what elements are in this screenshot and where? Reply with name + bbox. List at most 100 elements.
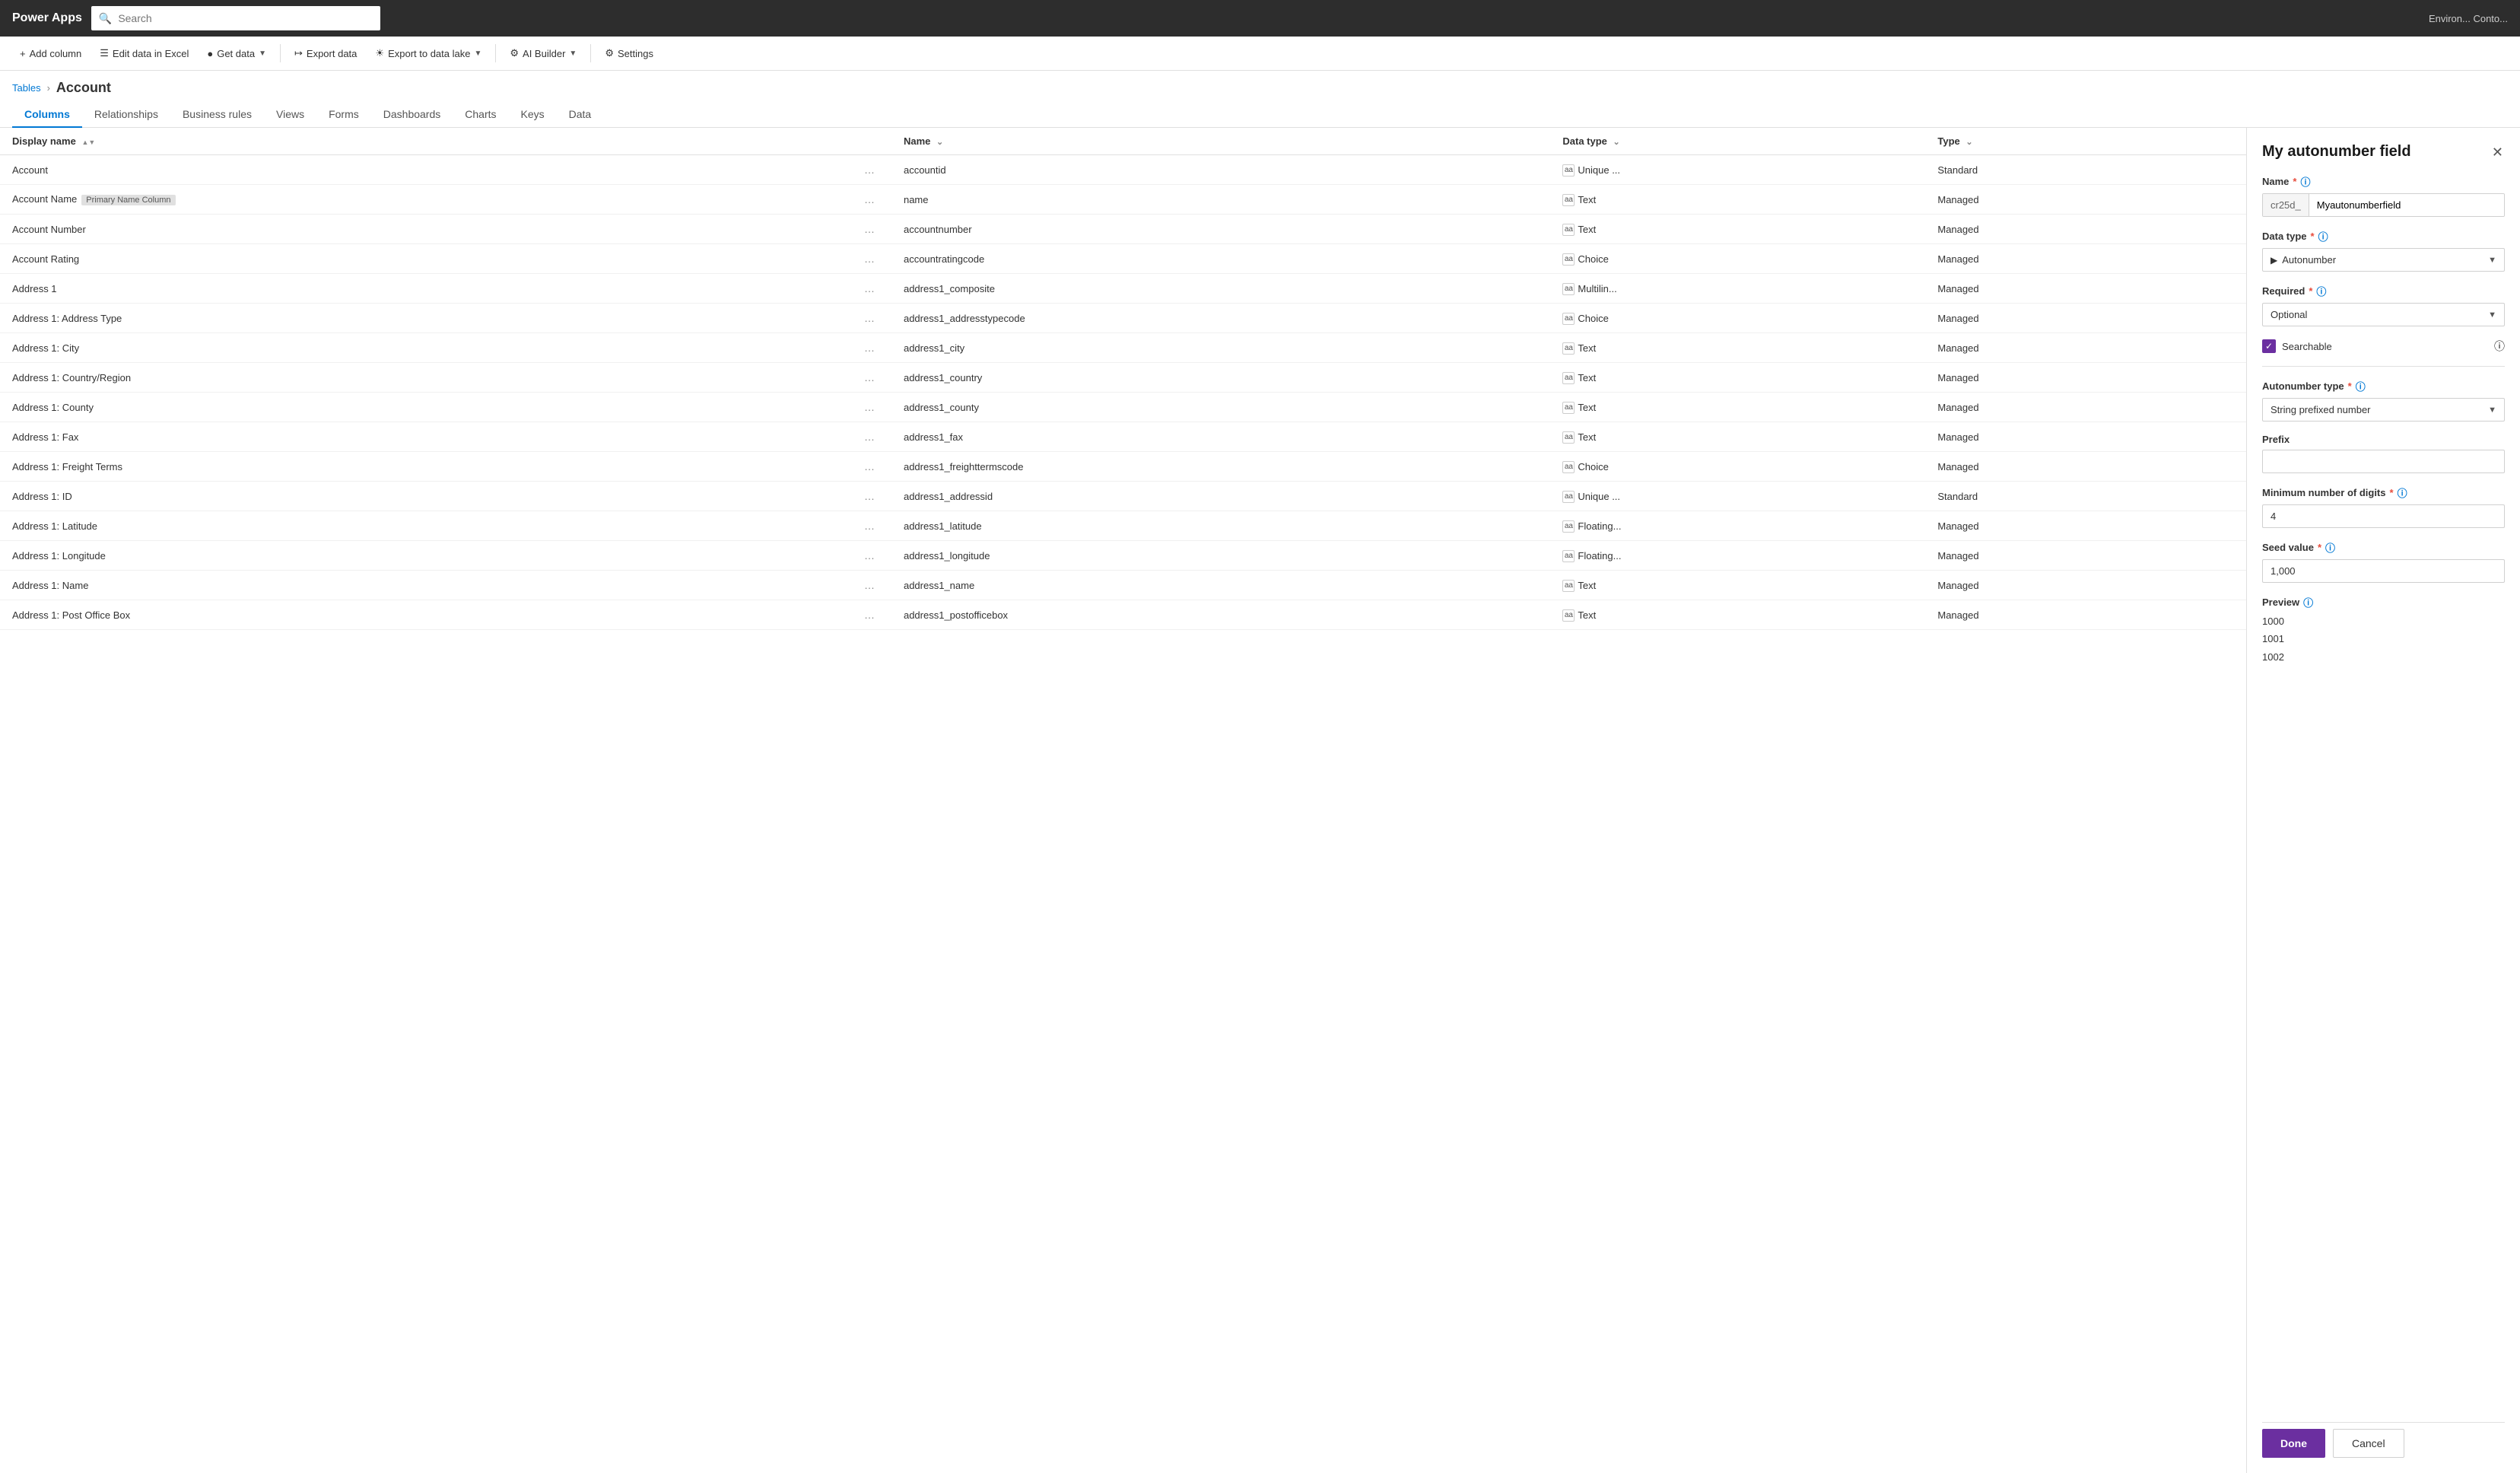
cell-more[interactable]: …	[847, 155, 891, 185]
row-more-button[interactable]: …	[860, 399, 879, 415]
table-row[interactable]: Address 1: Name … address1_name aa Text …	[0, 571, 2246, 600]
table-row[interactable]: Account … accountid aa Unique ... Standa…	[0, 155, 2246, 185]
searchable-info-icon[interactable]: ⓘ	[2494, 339, 2505, 354]
tab-business-rules[interactable]: Business rules	[170, 102, 264, 128]
cell-more[interactable]: …	[847, 511, 891, 541]
preview-info-icon[interactable]: ⓘ	[2303, 595, 2313, 609]
ai-builder-button[interactable]: ⚙ AI Builder ▼	[502, 43, 584, 64]
row-more-button[interactable]: …	[860, 459, 879, 474]
min-digits-info-icon[interactable]: ⓘ	[2398, 485, 2407, 500]
data-type-info-icon[interactable]: ⓘ	[2318, 229, 2328, 243]
seed-input[interactable]	[2262, 559, 2505, 583]
cell-display-name: Account Rating	[0, 244, 847, 274]
table-row[interactable]: Address 1: Post Office Box … address1_po…	[0, 600, 2246, 630]
cell-more[interactable]: …	[847, 422, 891, 452]
row-more-button[interactable]: …	[860, 429, 879, 444]
col-header-display-name[interactable]: Display name ▲▼	[0, 128, 847, 155]
cell-data-type: aa Text	[1550, 363, 1925, 393]
cell-type: Managed	[1925, 422, 2222, 452]
cell-more[interactable]: …	[847, 333, 891, 363]
table-row[interactable]: Address 1: Freight Terms … address1_frei…	[0, 452, 2246, 482]
row-more-button[interactable]: …	[860, 192, 879, 207]
row-more-button[interactable]: …	[860, 310, 879, 326]
table-row[interactable]: Address 1: Latitude … address1_latitude …	[0, 511, 2246, 541]
cell-more[interactable]: …	[847, 393, 891, 422]
cell-more[interactable]: …	[847, 215, 891, 244]
export-lake-button[interactable]: ☀ Export to data lake ▼	[367, 43, 489, 64]
tab-dashboards[interactable]: Dashboards	[371, 102, 453, 128]
row-more-button[interactable]: …	[860, 488, 879, 504]
autonumber-type-select[interactable]: String prefixed number ▼	[2262, 398, 2505, 422]
table-row[interactable]: Account Number … accountnumber aa Text M…	[0, 215, 2246, 244]
row-more-button[interactable]: …	[860, 370, 879, 385]
row-more-button[interactable]: …	[860, 518, 879, 533]
row-more-button[interactable]: …	[860, 162, 879, 177]
min-digits-input[interactable]	[2262, 504, 2505, 528]
tab-relationships[interactable]: Relationships	[82, 102, 170, 128]
name-input[interactable]	[2309, 194, 2504, 216]
autonumber-type-info-icon[interactable]: ⓘ	[2356, 379, 2366, 393]
col-header-data-type[interactable]: Data type ⌄	[1550, 128, 1925, 155]
table-row[interactable]: Account NamePrimary Name Column … name a…	[0, 185, 2246, 215]
seed-info-icon[interactable]: ⓘ	[2325, 540, 2335, 555]
cell-data-type: aa Text	[1550, 393, 1925, 422]
panel-close-button[interactable]: ✕	[2490, 143, 2505, 162]
col-header-name[interactable]: Name ⌄	[891, 128, 1550, 155]
settings-button[interactable]: ⚙ Settings	[597, 43, 661, 64]
row-more-button[interactable]: …	[860, 607, 879, 622]
cancel-button[interactable]: Cancel	[2333, 1429, 2404, 1458]
table-row[interactable]: Address 1: Fax … address1_fax aa Text Ma…	[0, 422, 2246, 452]
table-row[interactable]: Address 1: City … address1_city aa Text …	[0, 333, 2246, 363]
search-input[interactable]	[118, 12, 373, 24]
col-header-type[interactable]: Type ⌄	[1925, 128, 2222, 155]
tab-columns[interactable]: Columns	[12, 102, 82, 128]
cell-more[interactable]: …	[847, 482, 891, 511]
cell-more[interactable]: …	[847, 452, 891, 482]
tab-views[interactable]: Views	[264, 102, 316, 128]
table-row[interactable]: Address 1: Longitude … address1_longitud…	[0, 541, 2246, 571]
data-type-select[interactable]: ▶ Autonumber ▼	[2262, 248, 2505, 272]
search-bar[interactable]: 🔍	[91, 6, 380, 30]
tab-data[interactable]: Data	[557, 102, 604, 128]
row-more-button[interactable]: …	[860, 577, 879, 593]
name-info-icon[interactable]: ⓘ	[2300, 174, 2310, 189]
table-row[interactable]: Address 1: ID … address1_addressid aa Un…	[0, 482, 2246, 511]
table-row[interactable]: Address 1 … address1_composite aa Multil…	[0, 274, 2246, 304]
cell-more[interactable]: …	[847, 600, 891, 630]
table-row[interactable]: Account Rating … accountratingcode aa Ch…	[0, 244, 2246, 274]
tab-keys[interactable]: Keys	[509, 102, 557, 128]
settings-icon: ⚙	[605, 47, 614, 59]
name-field-group: Name * ⓘ cr25d_	[2262, 174, 2505, 217]
cell-more[interactable]: …	[847, 244, 891, 274]
cell-more[interactable]: …	[847, 185, 891, 215]
done-button[interactable]: Done	[2262, 1429, 2325, 1458]
cell-more[interactable]: …	[847, 571, 891, 600]
tab-forms[interactable]: Forms	[316, 102, 371, 128]
export-data-button[interactable]: ↦ Export data	[287, 43, 364, 64]
row-more-button[interactable]: …	[860, 221, 879, 237]
prefix-input[interactable]	[2262, 450, 2505, 473]
cell-more[interactable]: …	[847, 304, 891, 333]
cell-display-name: Address 1: Country/Region	[0, 363, 847, 393]
table-row[interactable]: Address 1: County … address1_county aa T…	[0, 393, 2246, 422]
add-column-button[interactable]: + Add column	[12, 43, 89, 64]
table-row[interactable]: Address 1: Address Type … address1_addre…	[0, 304, 2246, 333]
row-more-button[interactable]: …	[860, 251, 879, 266]
cell-data-type: aa Choice	[1550, 244, 1925, 274]
cell-more[interactable]: …	[847, 274, 891, 304]
cell-name: accountid	[891, 155, 1550, 185]
row-more-button[interactable]: …	[860, 281, 879, 296]
breadcrumb-tables-link[interactable]: Tables	[12, 82, 41, 94]
edit-excel-button[interactable]: ☰ Edit data in Excel	[92, 43, 196, 64]
row-more-button[interactable]: …	[860, 340, 879, 355]
required-select[interactable]: Optional ▼	[2262, 303, 2505, 326]
get-data-button[interactable]: ● Get data ▼	[199, 43, 274, 64]
row-more-button[interactable]: …	[860, 548, 879, 563]
table-row[interactable]: Address 1: Country/Region … address1_cou…	[0, 363, 2246, 393]
cell-more[interactable]: …	[847, 363, 891, 393]
cell-more[interactable]: …	[847, 541, 891, 571]
searchable-checkbox[interactable]: ✓	[2262, 339, 2276, 353]
min-digits-label: Minimum number of digits * ⓘ	[2262, 485, 2505, 500]
required-info-icon[interactable]: ⓘ	[2316, 284, 2326, 298]
tab-charts[interactable]: Charts	[453, 102, 508, 128]
